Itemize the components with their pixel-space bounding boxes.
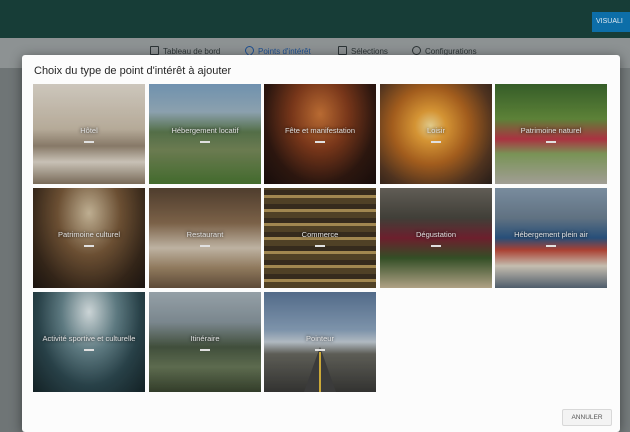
selections-icon	[338, 46, 347, 55]
tile-itineraire[interactable]: Itinéraire	[149, 292, 261, 392]
tile-patrimoine-culturel[interactable]: Patrimoine culturel	[33, 188, 145, 288]
tile-label: Loisir	[427, 126, 445, 136]
tile-label: Hébergement plein air	[514, 230, 588, 240]
tile-label: Restaurant	[186, 230, 224, 240]
background-sidebar	[0, 68, 22, 432]
tile-label: Itinéraire	[190, 334, 220, 344]
tile-loisir[interactable]: Loisir	[380, 84, 492, 184]
tile-label: Pointeur	[306, 334, 334, 344]
tile-activite-sportive-et-culturelle[interactable]: Activité sportive et culturelle	[33, 292, 145, 392]
tile-label: Patrimoine naturel	[520, 126, 582, 136]
visualize-button[interactable]: VISUALI	[592, 12, 630, 32]
dialog-title: Choix du type de point d'intérêt à ajout…	[34, 65, 232, 77]
cancel-button[interactable]: ANNULER	[562, 409, 612, 426]
tile-label: Fête et manifestation	[284, 126, 356, 136]
tile-label: Activité sportive et culturelle	[42, 334, 136, 344]
gear-icon	[412, 46, 421, 55]
poi-type-dialog: Choix du type de point d'intérêt à ajout…	[22, 55, 620, 432]
tile-fete-et-manifestation[interactable]: Fête et manifestation	[264, 84, 376, 184]
tile-commerce[interactable]: Commerce	[264, 188, 376, 288]
tile-label: Hébergement locatif	[171, 126, 239, 136]
tile-degustation[interactable]: Dégustation	[380, 188, 492, 288]
app-header: VISUALI	[0, 0, 630, 38]
tile-hebergement-plein-air[interactable]: Hébergement plein air	[495, 188, 607, 288]
tile-hotel[interactable]: Hôtel	[33, 84, 145, 184]
tile-label: Hôtel	[80, 126, 98, 136]
dashboard-icon	[150, 46, 159, 55]
tile-label: Dégustation	[415, 230, 457, 240]
tile-hebergement-locatif[interactable]: Hébergement locatif	[149, 84, 261, 184]
tile-label: Commerce	[301, 230, 339, 240]
tile-label: Patrimoine culturel	[57, 230, 121, 240]
tile-patrimoine-naturel[interactable]: Patrimoine naturel	[495, 84, 607, 184]
tile-pointeur[interactable]: Pointeur	[264, 292, 376, 392]
tile-restaurant[interactable]: Restaurant	[149, 188, 261, 288]
